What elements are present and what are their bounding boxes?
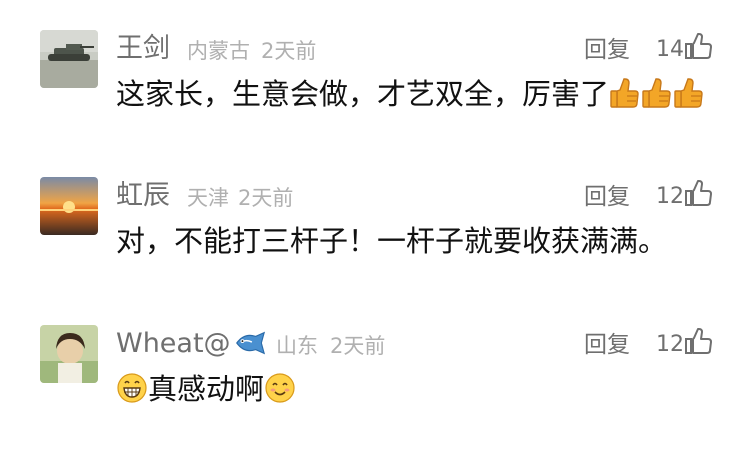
avatar[interactable] — [40, 177, 98, 235]
like-count: 14 — [656, 37, 684, 62]
thumbs-up-emoji — [609, 76, 641, 110]
username-text: Wheat@ — [116, 328, 231, 359]
like-count: 12 — [656, 332, 684, 357]
username[interactable]: 王剑 — [116, 32, 170, 66]
reply-button[interactable]: 回复 — [584, 35, 630, 65]
avatar[interactable] — [40, 325, 98, 383]
location: 内蒙古 — [187, 39, 250, 63]
thumbs-up-emoji — [641, 76, 673, 110]
comment-text: 这家长，生意会做，才艺双全，厉害了 — [116, 74, 705, 114]
smiling-emoji — [264, 371, 296, 405]
comment-text-content: 真感动啊 — [148, 372, 265, 406]
comment-item: 虹辰 天津 2天前 回复 12 对，不能打三杆子！一杆子就要收获满满。 — [0, 177, 750, 317]
comment-item: 王剑 内蒙古 2天前 回复 14 这家长，生意会做，才艺双全，厉害了 — [0, 30, 750, 170]
reply-button[interactable]: 回复 — [584, 330, 630, 360]
thumbs-up-emoji — [673, 76, 705, 110]
avatar-image — [40, 30, 98, 88]
avatar[interactable] — [40, 30, 98, 88]
like-thumb-icon[interactable] — [684, 326, 712, 356]
timestamp: 2天前 — [330, 334, 386, 358]
grinning-emoji — [116, 371, 148, 405]
fish-emoji — [235, 331, 265, 355]
comment-item: Wheat@ 山东 2天前 回复 12 真感动啊 — [0, 325, 750, 465]
comment-text: 对，不能打三杆子！一杆子就要收获满满。 — [116, 224, 668, 258]
username[interactable]: 虹辰 — [116, 179, 170, 213]
comment-text: 真感动啊 — [116, 369, 296, 409]
username[interactable]: Wheat@ — [116, 327, 267, 361]
comment-text-content: 这家长，生意会做，才艺双全，厉害了 — [116, 77, 610, 111]
avatar-image — [40, 325, 98, 383]
timestamp: 2天前 — [261, 39, 317, 63]
reply-button[interactable]: 回复 — [584, 182, 630, 212]
location: 天津 — [187, 186, 229, 210]
like-thumb-icon[interactable] — [684, 31, 712, 61]
like-count: 12 — [656, 184, 684, 209]
timestamp: 2天前 — [238, 186, 294, 210]
location: 山东 — [276, 334, 318, 358]
like-thumb-icon[interactable] — [684, 178, 712, 208]
avatar-image — [40, 177, 98, 235]
